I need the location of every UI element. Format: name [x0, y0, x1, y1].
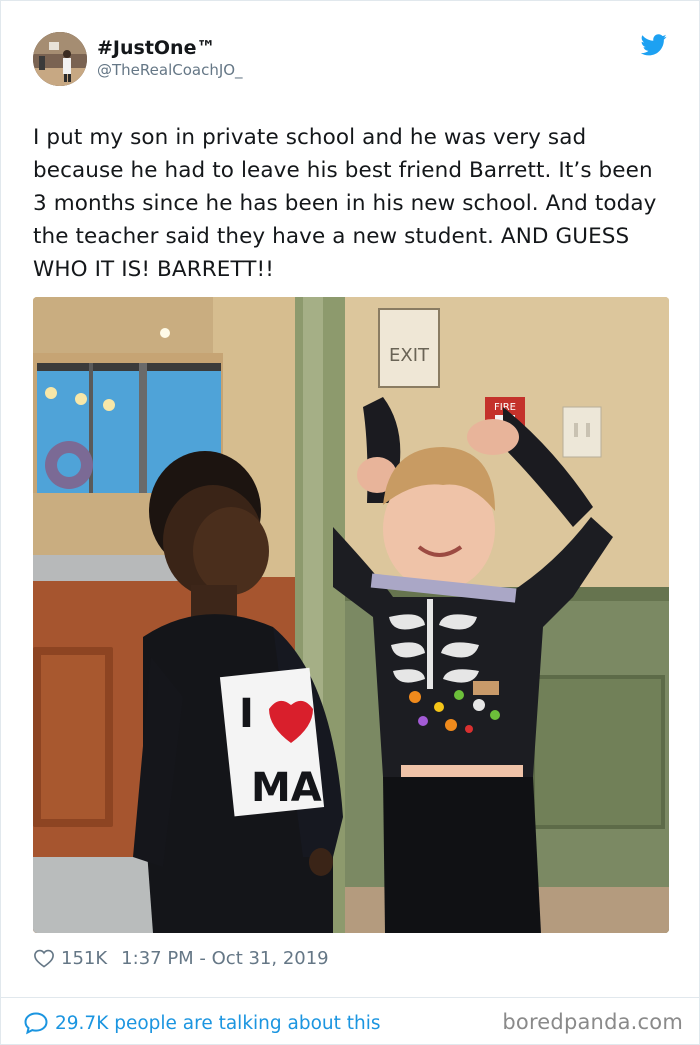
talking-link[interactable]: 29.7K people are talking about this	[23, 1009, 381, 1037]
twitter-bird-icon[interactable]	[641, 34, 667, 56]
shirt-text-top: I	[239, 691, 254, 737]
like-count[interactable]: 151K	[61, 948, 107, 969]
shirt-text-bottom: MA	[251, 765, 322, 811]
tweet-meta: 151K 1:37 PM - Oct 31, 2019	[33, 945, 329, 971]
speech-bubble-icon	[24, 1012, 48, 1035]
display-name[interactable]: #JustOne™	[97, 36, 243, 60]
tweet-footer: 29.7K people are talking about this bore…	[23, 1009, 683, 1037]
tweet-timestamp[interactable]: 1:37 PM - Oct 31, 2019	[121, 948, 328, 969]
user-names: #JustOne™ @TheRealCoachJO_	[97, 36, 243, 80]
watermark-logo: boredpanda.com	[502, 1010, 683, 1034]
tweet-header: #JustOne™ @TheRealCoachJO_	[33, 32, 673, 88]
footer-divider	[1, 997, 700, 998]
tweet-card: #JustOne™ @TheRealCoachJO_ I put my son …	[0, 0, 700, 1045]
talking-label[interactable]: 29.7K people are talking about this	[55, 1013, 381, 1034]
tweet-photo[interactable]: EXIT FIRE I MA	[33, 297, 669, 933]
tweet-text: I put my son in private school and he wa…	[33, 125, 657, 282]
user-handle[interactable]: @TheRealCoachJO_	[97, 60, 243, 80]
heart-icon[interactable]	[33, 948, 55, 968]
exit-sign-text: EXIT	[389, 345, 430, 366]
avatar[interactable]	[33, 32, 87, 86]
